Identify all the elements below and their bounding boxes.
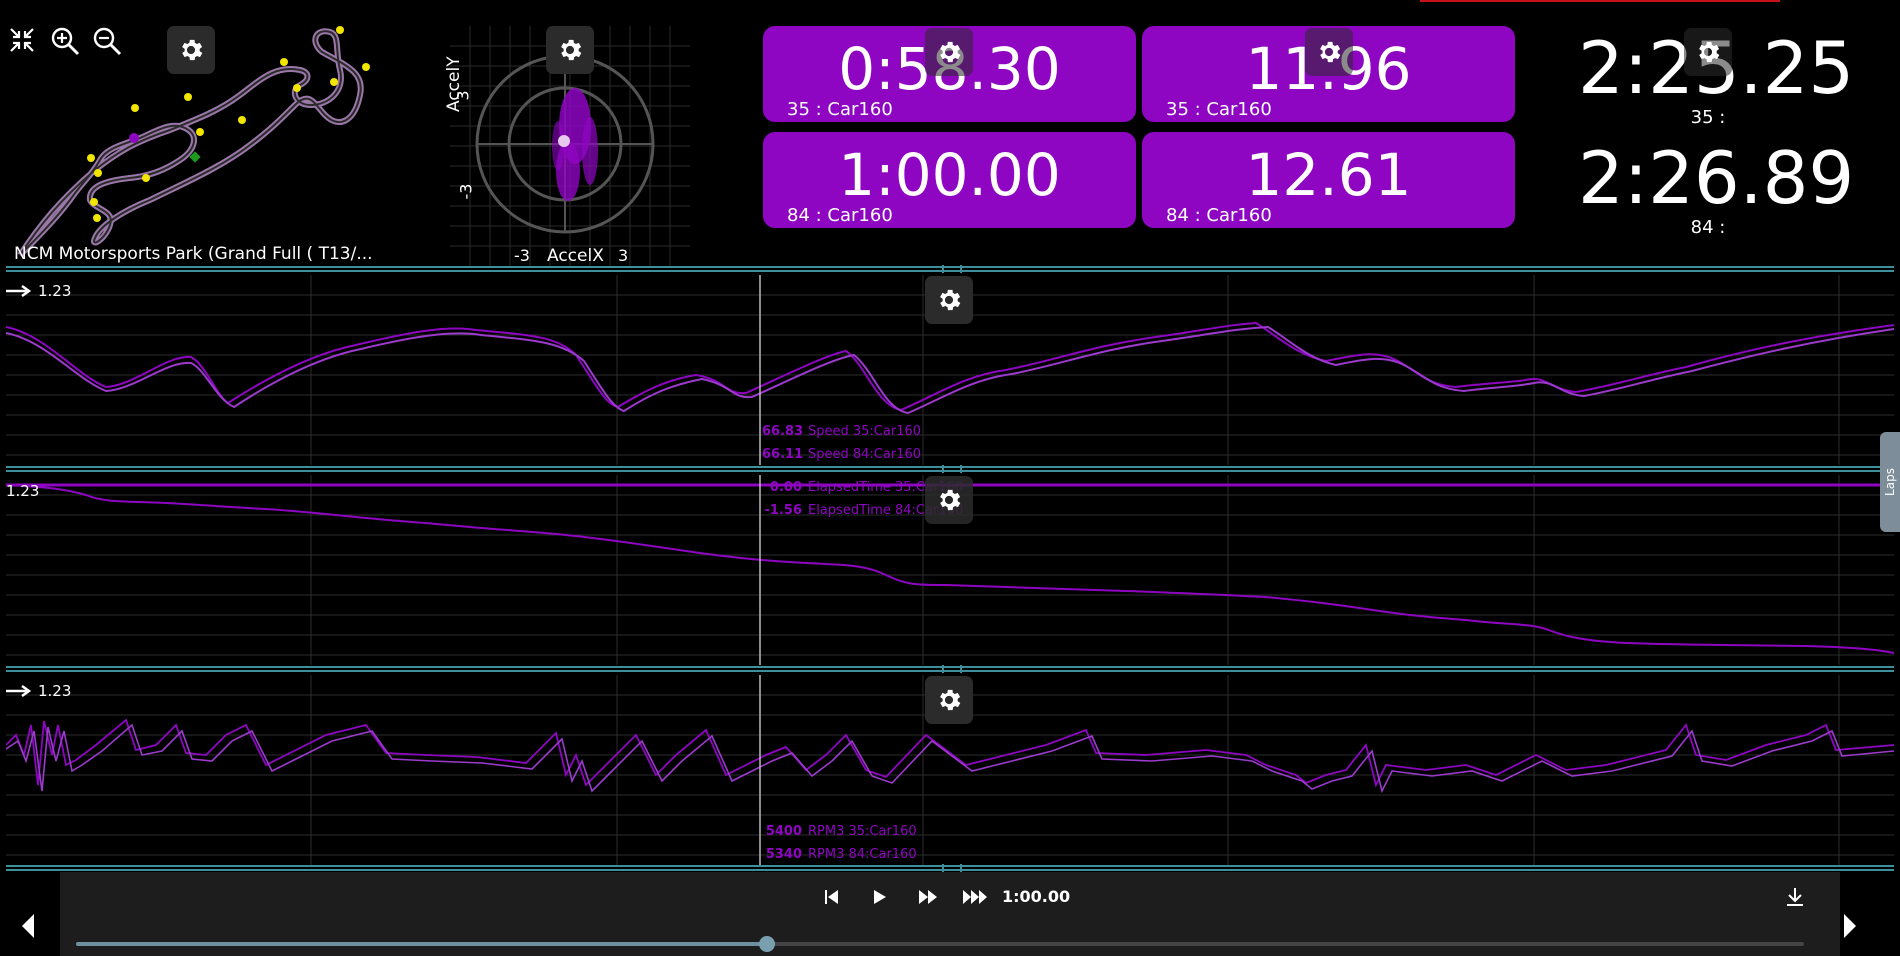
gear-icon — [940, 289, 961, 311]
gg-y-label-text: AccelY — [444, 56, 464, 112]
playback-time: 1:00.00 — [1002, 887, 1071, 906]
readout-value: -1.56 — [764, 503, 802, 518]
tile-settings-button[interactable] — [1305, 28, 1353, 76]
faster-forward-icon — [963, 890, 987, 904]
tile-label: 84 : Car160 — [1166, 205, 1272, 226]
slider-thumb[interactable] — [759, 936, 776, 952]
value-tile[interactable]: 12.61 84 : Car160 — [1142, 132, 1515, 228]
lap-time-block: 2:26.89 84 : — [1578, 136, 1855, 238]
lap-time: 2:26.89 — [1578, 136, 1855, 220]
slider-fill — [76, 942, 768, 946]
faster-forward-button[interactable] — [962, 889, 988, 909]
elapsed-scale: 1.23 — [6, 482, 39, 500]
play-icon — [874, 890, 886, 904]
gear-icon — [1699, 41, 1720, 63]
tile-label: 35 : Car160 — [1166, 99, 1272, 120]
panel-resize-handle[interactable] — [6, 665, 1894, 673]
next-page-button[interactable] — [1842, 912, 1860, 944]
readout-value: 66.83 — [762, 424, 804, 439]
readout-label: Speed 35:Car160 — [808, 424, 922, 439]
rpm-scale-value: 1.23 — [38, 682, 72, 700]
arrow-right-icon — [6, 285, 32, 297]
fast-forward-icon — [919, 890, 937, 904]
speed-readout: 66.11 Speed 84:Car160 — [762, 447, 921, 462]
track-name: NCM Motorsports Park (Grand Full ( T13/.… — [14, 244, 373, 264]
arrow-right-icon — [6, 685, 32, 697]
playback-slider[interactable] — [76, 936, 1804, 952]
gg-y-max: 3 — [453, 90, 473, 101]
gear-icon — [940, 41, 961, 63]
prev-page-button[interactable] — [18, 912, 36, 944]
gear-icon — [940, 489, 961, 511]
playback-bar: 1:00.00 — [60, 872, 1840, 956]
gg-y-label: AccelY — [444, 56, 464, 112]
panel-resize-handle[interactable] — [6, 465, 1894, 473]
play-button[interactable] — [872, 889, 888, 909]
lap-number: 35 : — [1690, 107, 1726, 128]
speed-readout: 66.83 Speed 35:Car160 — [762, 424, 921, 439]
lap-number: 84 : — [1690, 217, 1726, 238]
readout-value: 66.11 — [762, 447, 804, 462]
gear-icon — [182, 39, 203, 61]
laps-side-tab[interactable]: Laps — [1880, 432, 1900, 532]
readout-label: RPM3 84:Car160 — [808, 847, 917, 862]
readout-label: Speed 84:Car160 — [808, 447, 922, 462]
lap-settings-button[interactable] — [1684, 28, 1732, 76]
tile-settings-button[interactable] — [925, 28, 973, 76]
gg-x-min: -3 — [514, 246, 530, 265]
fast-forward-button[interactable] — [918, 889, 938, 909]
map-settings-button[interactable] — [167, 26, 215, 74]
gear-icon — [940, 689, 961, 711]
skip-back-icon — [825, 890, 838, 904]
download-icon — [1787, 888, 1803, 906]
tile-label: 84 : Car160 — [787, 205, 893, 226]
readout-label: RPM3 35:Car160 — [808, 824, 917, 839]
readout-value: 0.00 — [769, 480, 802, 495]
rpm-readout: 5400 RPM3 35:Car160 — [762, 824, 917, 839]
top-red-bar — [1420, 0, 1780, 2]
speed-scale: 1.23 — [6, 282, 71, 300]
rpm-readout: 5340 RPM3 84:Car160 — [762, 847, 917, 862]
skip-start-button[interactable] — [824, 889, 840, 909]
elapsed-settings-button[interactable] — [925, 476, 973, 524]
panel-resize-handle[interactable] — [6, 864, 1894, 872]
download-button[interactable] — [1786, 887, 1804, 911]
panel-resize-handle[interactable] — [6, 265, 1894, 273]
gg-x-label: AccelX — [547, 246, 604, 266]
gear-icon — [1320, 41, 1341, 63]
readout-value: 5400 — [765, 824, 802, 839]
rpm-settings-button[interactable] — [925, 676, 973, 724]
laps-tab-label: Laps — [1883, 468, 1898, 496]
chevron-right-icon — [1844, 914, 1856, 938]
value-tile[interactable]: 1:00.00 84 : Car160 — [763, 132, 1136, 228]
chevron-left-icon — [22, 914, 34, 938]
readout-value: 5340 — [765, 847, 802, 862]
speed-settings-button[interactable] — [925, 276, 973, 324]
tile-value: 12.61 — [1245, 141, 1412, 209]
gg-settings-button[interactable] — [546, 26, 594, 74]
tile-label: 35 : Car160 — [787, 99, 893, 120]
tile-value: 1:00.00 — [838, 141, 1061, 209]
gg-x-max: 3 — [618, 246, 629, 265]
gear-icon — [561, 39, 582, 61]
elapsed-scale-value: 1.23 — [6, 482, 40, 500]
gg-y-min: -3 — [456, 183, 476, 200]
rpm-scale: 1.23 — [6, 682, 71, 700]
speed-scale-value: 1.23 — [38, 282, 72, 300]
